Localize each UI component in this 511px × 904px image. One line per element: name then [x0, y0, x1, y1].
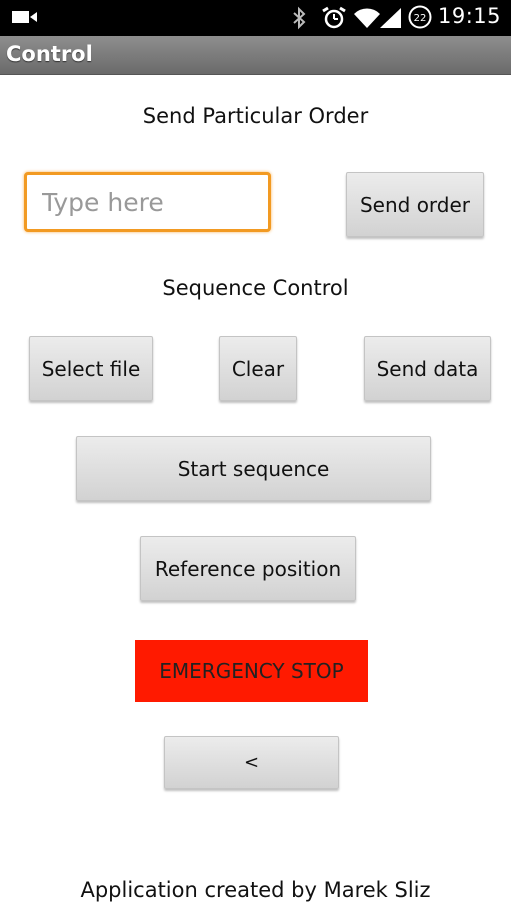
footer-credit: Application created by Marek Sliz: [80, 878, 431, 902]
select-file-button[interactable]: Select file: [29, 336, 153, 401]
status-bar: 22 19:15: [0, 0, 511, 36]
send-order-heading: Send Particular Order: [142, 104, 369, 128]
status-clock: 19:15: [438, 4, 502, 28]
back-button[interactable]: <: [164, 736, 339, 789]
order-input[interactable]: [24, 172, 271, 232]
battery-level-text: 22: [414, 13, 427, 24]
reference-position-button[interactable]: Reference position: [140, 536, 356, 601]
start-sequence-button[interactable]: Start sequence: [76, 436, 431, 501]
app-title: Control: [6, 42, 93, 66]
battery-icon: 22: [408, 5, 432, 29]
clear-button[interactable]: Clear: [219, 336, 297, 401]
wifi-icon: [354, 8, 380, 28]
send-data-button[interactable]: Send data: [364, 336, 491, 401]
alarm-icon: [322, 6, 346, 29]
emergency-stop-button[interactable]: EMERGENCY STOP: [135, 640, 368, 702]
cell-signal-icon: [380, 8, 401, 28]
video-camera-icon: [12, 11, 37, 23]
sequence-control-heading: Sequence Control: [162, 276, 349, 300]
bluetooth-icon: [293, 6, 306, 30]
app-bar: Control: [0, 36, 511, 75]
send-order-button[interactable]: Send order: [346, 172, 484, 237]
